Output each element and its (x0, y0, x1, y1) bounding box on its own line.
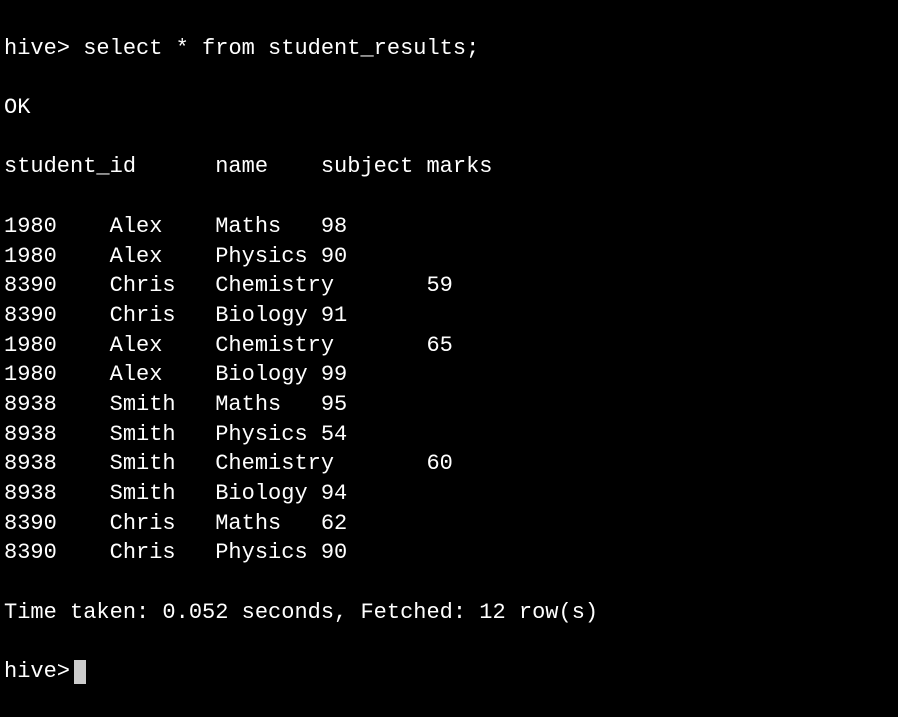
terminal-output: hive> select * from student_results; OK … (4, 4, 894, 717)
sql-query: select * from student_results; (83, 36, 479, 61)
prompt: hive> (4, 657, 70, 687)
table-row: 1980 Alex Chemistry 65 (4, 331, 894, 361)
prompt-line[interactable]: hive> (4, 657, 894, 687)
footer-line: Time taken: 0.052 seconds, Fetched: 12 r… (4, 598, 894, 628)
table-row: 8938 Smith Maths 95 (4, 390, 894, 420)
table-row: 1980 Alex Physics 90 (4, 242, 894, 272)
table-row: 1980 Alex Maths 98 (4, 212, 894, 242)
cursor (74, 660, 86, 684)
table-row: 8390 Chris Maths 62 (4, 509, 894, 539)
prompt: hive> (4, 36, 70, 61)
table-row: 8390 Chris Biology 91 (4, 301, 894, 331)
result-rows: 1980 Alex Maths 981980 Alex Physics 9083… (4, 212, 894, 568)
table-row: 8390 Chris Physics 90 (4, 538, 894, 568)
status-line: OK (4, 93, 894, 123)
header-row: student_id name subject marks (4, 152, 894, 182)
table-row: 8938 Smith Biology 94 (4, 479, 894, 509)
table-row: 8938 Smith Chemistry 60 (4, 449, 894, 479)
table-row: 8938 Smith Physics 54 (4, 420, 894, 450)
table-row: 8390 Chris Chemistry 59 (4, 271, 894, 301)
table-row: 1980 Alex Biology 99 (4, 360, 894, 390)
query-line: hive> select * from student_results; (4, 34, 894, 64)
